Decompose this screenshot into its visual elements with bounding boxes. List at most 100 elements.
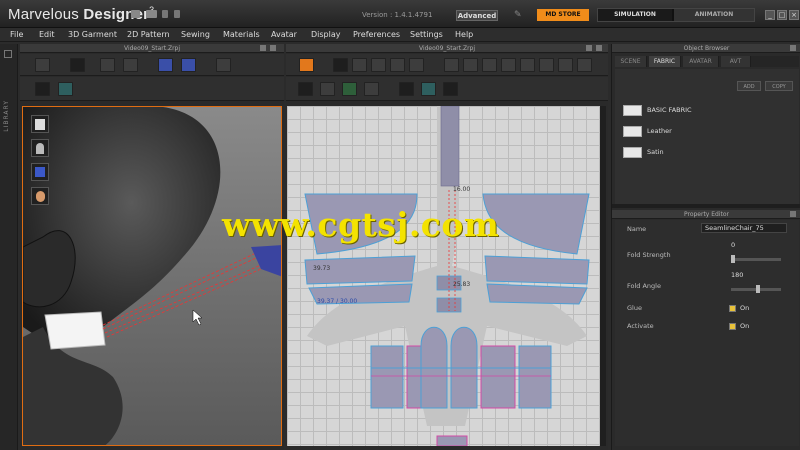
menu-2d-pattern[interactable]: 2D Pattern [127, 29, 170, 41]
avatar-bust-icon[interactable] [31, 139, 49, 157]
prop-name-field[interactable]: SeamlineChair_75 [701, 223, 787, 233]
menu-help[interactable]: Help [455, 29, 473, 41]
panel-undock-icon[interactable] [260, 45, 266, 51]
simulation-mode-button[interactable]: SIMULATION [598, 9, 672, 21]
polygon-tool[interactable] [444, 58, 459, 72]
panel-undock-icon[interactable] [586, 45, 592, 51]
segment-sewing-tool[interactable] [539, 58, 554, 72]
menu-sewing[interactable]: Sewing [181, 29, 210, 41]
menu-settings[interactable]: Settings [410, 29, 443, 41]
redo-icon[interactable] [174, 10, 180, 18]
fold-tool[interactable] [181, 58, 196, 72]
measure-label: 39.73 [313, 265, 331, 272]
edit-curve-tool[interactable] [371, 58, 386, 72]
refresh-tool[interactable] [299, 58, 314, 72]
activate-checkbox[interactable] [729, 323, 736, 330]
tab-fabric[interactable]: FABRIC [649, 56, 681, 67]
animation-mode-button[interactable]: ANIMATION [674, 9, 754, 21]
slider-knob[interactable] [756, 285, 760, 293]
wrench-icon[interactable]: ✎ [514, 10, 522, 20]
collar-piece [44, 311, 106, 350]
fabric-swatch [623, 105, 642, 116]
transform-pattern-tool[interactable] [333, 58, 348, 72]
edition-badge: Advanced [456, 10, 498, 21]
avatar-texture-icon[interactable] [31, 163, 49, 181]
edit-point-tool[interactable] [352, 58, 367, 72]
texture-tool[interactable] [58, 82, 73, 96]
tab-scene[interactable]: SCENE [615, 56, 647, 67]
avatar-face-icon[interactable] [31, 187, 49, 205]
fabric-name: Satin [647, 148, 664, 156]
pin-tool[interactable] [123, 58, 138, 72]
edit-sewing-tool[interactable] [577, 58, 592, 72]
view2d-viewport[interactable]: 16.00 39.73 25.83 39.37 / 30.00 [287, 106, 606, 446]
circle-tool[interactable] [482, 58, 497, 72]
view3d-toolbar-row2 [20, 77, 284, 101]
view3d-toolbar-row1 [20, 54, 284, 76]
flip-tool[interactable] [364, 82, 379, 96]
texture-edit-tool[interactable] [399, 82, 414, 96]
panel-close-icon[interactable] [270, 45, 276, 51]
add-point-tool[interactable] [390, 58, 405, 72]
menu-materials[interactable]: Materials [223, 29, 260, 41]
panel-splitter[interactable] [612, 204, 800, 208]
rectangle-tool[interactable] [463, 58, 478, 72]
graphic-tool[interactable] [443, 82, 458, 96]
menu-preferences[interactable]: Preferences [353, 29, 400, 41]
library-toggle-icon[interactable] [4, 50, 12, 58]
view3d-viewport[interactable] [22, 106, 282, 446]
avatar-shirt-icon[interactable] [31, 115, 49, 133]
watermark-text: www.cgtsj.com [222, 205, 500, 244]
right-panel: Object Browser SCENE FABRIC AVATAR AVT A… [611, 44, 800, 450]
internal-polygon-tool[interactable] [501, 58, 516, 72]
menu-avatar[interactable]: Avatar [271, 29, 297, 41]
md-store-button[interactable]: MD STORE [537, 9, 589, 21]
panel-undock-icon[interactable] [790, 45, 796, 51]
library-label: LIBRARY [3, 100, 10, 132]
select-tool[interactable] [70, 58, 85, 72]
free-sewing-tool[interactable] [558, 58, 573, 72]
view2d-scrollbar[interactable] [600, 106, 606, 446]
garment-tool[interactable] [158, 58, 173, 72]
panel-undock-icon[interactable] [790, 211, 796, 217]
texture-transform-tool[interactable] [421, 82, 436, 96]
avatar-render [23, 107, 281, 445]
tab-avt[interactable]: AVT [721, 56, 751, 67]
mode-switch: SIMULATION ANIMATION [597, 8, 755, 22]
fold-angle-slider[interactable] [731, 285, 781, 293]
menu-edit[interactable]: Edit [39, 29, 55, 41]
prop-glue-label: Glue [627, 304, 642, 312]
point-tool[interactable] [35, 82, 50, 96]
dart-tool[interactable] [520, 58, 535, 72]
glue-checkbox[interactable] [729, 305, 736, 312]
library-strip[interactable]: LIBRARY [0, 44, 18, 450]
menu-display[interactable]: Display [311, 29, 341, 41]
slider-knob[interactable] [731, 255, 735, 263]
curve-point-tool[interactable] [409, 58, 424, 72]
save-icon[interactable] [131, 10, 140, 18]
tab-avatar[interactable]: AVATAR [683, 56, 719, 67]
fold-strength-slider[interactable] [731, 255, 781, 263]
prop-name-label: Name [627, 225, 647, 233]
tack-tool[interactable] [298, 82, 313, 96]
maximize-button[interactable]: □ [777, 10, 787, 20]
move-tool[interactable] [100, 58, 115, 72]
prop-activate-label: Activate [627, 322, 654, 330]
add-fabric-button[interactable]: ADD [737, 81, 761, 91]
minimize-button[interactable]: _ [765, 10, 775, 20]
mouse-cursor [192, 309, 203, 326]
panel-close-icon[interactable] [596, 45, 602, 51]
fold-strength-value: 0 [731, 241, 736, 249]
copy-fabric-button[interactable]: COPY [765, 81, 793, 91]
measure-tool[interactable] [216, 58, 231, 72]
pattern-collar [440, 106, 460, 187]
arrange-tool[interactable] [342, 82, 357, 96]
undo-icon[interactable] [162, 10, 168, 18]
menu-file[interactable]: File [10, 29, 23, 41]
close-button[interactable]: × [789, 10, 799, 20]
open-folder-icon[interactable] [146, 10, 157, 18]
fold-arrange-tool[interactable] [320, 82, 335, 96]
view2d-toolbar-row1 [286, 54, 608, 76]
menu-3d-garment[interactable]: 3D Garment [68, 29, 117, 41]
arrow-down-tool[interactable] [35, 58, 50, 72]
